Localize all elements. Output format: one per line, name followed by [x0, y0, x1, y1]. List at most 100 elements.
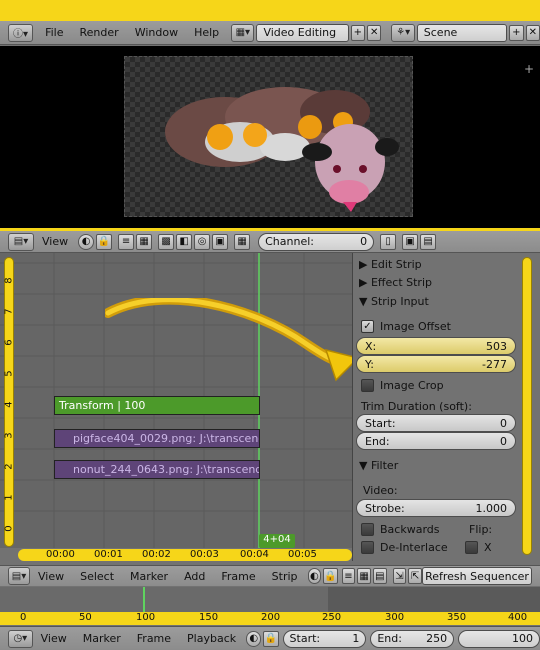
remove-layout-icon[interactable]: ✕	[367, 24, 382, 41]
menu-marker[interactable]: Marker	[75, 632, 129, 645]
display-image-icon[interactable]: ▣	[212, 233, 229, 250]
menu-playback[interactable]: Playback	[179, 632, 244, 645]
menu-frame[interactable]: Frame	[129, 632, 179, 645]
timeline-range	[0, 587, 328, 612]
scope-icon[interactable]: ▯	[380, 233, 397, 250]
image-offset-toggle[interactable]: ✓ Image Offset	[361, 317, 451, 335]
menu-render[interactable]: Render	[72, 26, 127, 39]
transform-strip[interactable]: Transform | 100	[54, 396, 260, 415]
timeline-tick: 150	[199, 612, 219, 623]
sequencer-header: ▤▾ View ◐ 🔒 ≡ ▦ ▩ ◧ ◎ ▣ ▦ Channel: 0 ▯ ▣…	[0, 231, 540, 253]
panel-strip-input-label: Strip Input	[370, 294, 429, 308]
menu-marker[interactable]: Marker	[122, 570, 176, 583]
add-scene-icon[interactable]: +	[509, 24, 524, 41]
view-sequence-icon[interactable]: ≡	[118, 233, 135, 250]
offset-x-field[interactable]: X: 503	[356, 337, 516, 355]
render-anim-icon[interactable]: ▤	[420, 233, 437, 250]
editor-type-icon[interactable]: ▤▾	[8, 567, 30, 585]
render-still-icon[interactable]: ▣	[402, 233, 419, 250]
menu-file[interactable]: File	[37, 26, 71, 39]
sequencer-timeline[interactable]: Transform | 100 pigface404_0029.png: J:\…	[0, 253, 352, 548]
menu-select[interactable]: Select	[72, 570, 122, 583]
panel-strip-input[interactable]: ▼ Strip Input	[359, 292, 429, 310]
time-tick: 00:02	[142, 549, 171, 560]
channel-number: 3	[3, 432, 15, 439]
menu-view[interactable]: View	[30, 570, 72, 583]
properties-scrollbar[interactable]	[522, 257, 532, 555]
image-strip-1[interactable]: pigface404_0029.png: J:\transcend\3	[54, 429, 260, 448]
mode-icon[interactable]: ◐	[307, 568, 322, 584]
panel-edit-strip-label: Edit Strip	[370, 257, 422, 271]
timeline-tick: 350	[447, 612, 467, 623]
start-frame-value: 1	[352, 632, 360, 645]
flip-x-toggle[interactable]: X	[465, 538, 492, 556]
menu-add[interactable]: Add	[176, 570, 213, 583]
time-tick: 00:03	[190, 549, 219, 560]
offset-x-value: 503	[486, 339, 507, 353]
editor-type-icon[interactable]: ▤▾	[8, 232, 34, 251]
add-layout-icon[interactable]: +	[350, 24, 366, 41]
start-frame-field[interactable]: Start: 1	[282, 629, 367, 648]
layout-selector[interactable]: Video Editing	[256, 23, 349, 42]
panel-edit-strip[interactable]: ▶ Edit Strip	[359, 255, 422, 273]
panel-filter[interactable]: ▼ Filter	[359, 456, 398, 474]
channel-number: 1	[3, 494, 15, 501]
scene-icon[interactable]: ⚘▾	[391, 23, 415, 42]
info-icon[interactable]: ⓘ▾	[8, 23, 34, 42]
current-frame-value: 100	[512, 632, 533, 645]
lock-icon[interactable]: 🔒	[263, 630, 279, 647]
timeline-tick: 400	[508, 612, 528, 623]
current-frame-field[interactable]: 100	[458, 629, 540, 648]
panel-effect-strip[interactable]: ▶ Effect Strip	[359, 273, 432, 291]
end-frame-field[interactable]: End: 250	[370, 629, 455, 648]
clock-icon[interactable]: ◷▾	[8, 629, 33, 648]
proxy-icon[interactable]: ⇱	[408, 568, 422, 584]
view-preview-icon[interactable]: ▦	[136, 233, 153, 250]
trim-end-label: End:	[365, 434, 390, 448]
menu-view[interactable]: View	[34, 235, 76, 248]
menu-frame[interactable]: Frame	[213, 570, 263, 583]
overlay-icon[interactable]: ▤	[372, 568, 387, 584]
trim-end-field[interactable]: End: 0	[356, 432, 516, 450]
offset-y-field[interactable]: Y: -277	[356, 355, 516, 373]
display-chroma-icon[interactable]: ◎	[194, 233, 211, 250]
display-checker-icon[interactable]: ▩	[158, 233, 175, 250]
view-sequence-icon[interactable]: ≡	[341, 568, 356, 584]
channel-value: 0	[360, 235, 368, 248]
remove-scene-icon[interactable]: ✕	[525, 24, 540, 41]
timeline-tick: 200	[261, 612, 281, 623]
menu-view[interactable]: View	[33, 632, 75, 645]
snap-icon[interactable]: ⇲	[392, 568, 407, 584]
video-label: Video:	[363, 483, 398, 497]
menu-window[interactable]: Window	[127, 26, 186, 39]
channel-number: 5	[3, 370, 15, 377]
channel-number: 4	[3, 401, 15, 408]
record-icon[interactable]: ◐	[246, 630, 262, 647]
strobe-field[interactable]: Strobe: 1.000	[356, 499, 516, 517]
scene-selector[interactable]: Scene	[416, 23, 508, 42]
offset-y-label: Y:	[365, 357, 374, 371]
trim-start-field[interactable]: Start: 0	[356, 414, 516, 432]
trim-end-value: 0	[500, 434, 507, 448]
timeline-tick: 50	[79, 612, 92, 623]
lock-icon[interactable]: 🔒	[323, 568, 338, 584]
view-preview-icon[interactable]: ▦	[357, 568, 371, 584]
preview-plus-icon[interactable]: +	[524, 62, 534, 76]
menu-help[interactable]: Help	[186, 26, 227, 39]
top-edge-bar	[0, 0, 540, 21]
image-crop-toggle[interactable]: Image Crop	[361, 376, 444, 394]
channel-number: 8	[3, 277, 15, 284]
alpha-icon[interactable]: ▦	[234, 233, 251, 250]
refresh-sequencer-button[interactable]: Refresh Sequencer	[422, 567, 532, 585]
sequencer-mode-icon[interactable]: ◐	[78, 233, 95, 250]
timeline-ruler[interactable]: 0 50 100 150 200 250 300 350 400	[0, 612, 540, 625]
deinterlace-toggle[interactable]: De-Interlace	[361, 538, 448, 556]
image-strip-2[interactable]: nonut_244_0643.png: J:\transcend\3	[54, 460, 260, 479]
time-ruler[interactable]: 00:00 00:01 00:02 00:03 00:04 00:05	[18, 549, 352, 561]
backwards-toggle[interactable]: Backwards	[361, 520, 440, 538]
channel-field[interactable]: Channel: 0	[258, 232, 375, 251]
menu-strip[interactable]: Strip	[264, 570, 306, 583]
display-luma-icon[interactable]: ◧	[176, 233, 193, 250]
lock-icon[interactable]: 🔒	[96, 233, 113, 250]
screen-layout-icon[interactable]: ▦▾	[231, 23, 255, 42]
